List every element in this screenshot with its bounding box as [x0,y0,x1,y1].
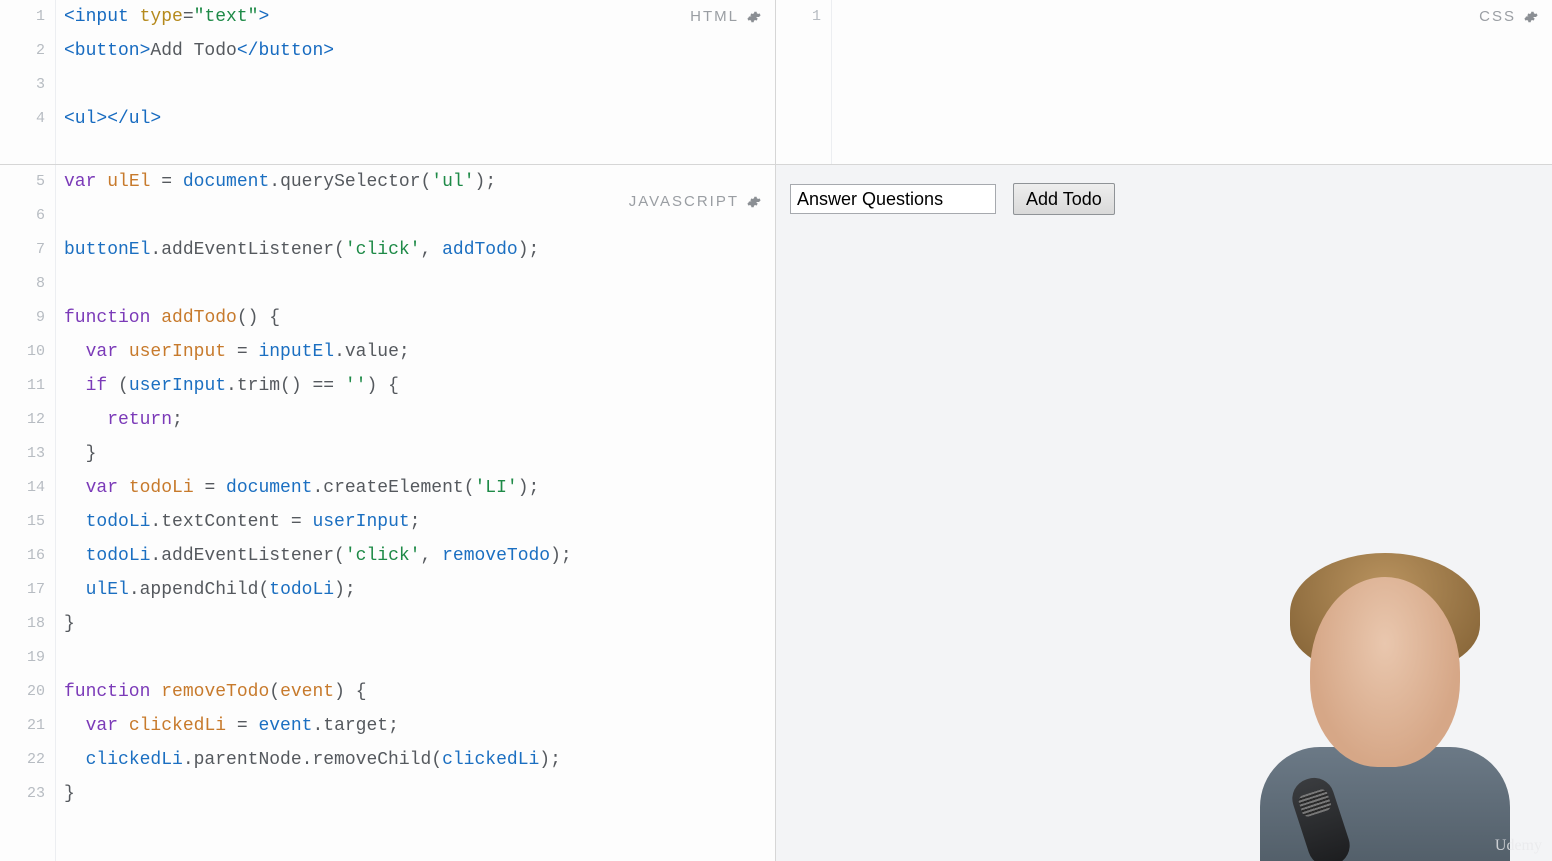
html-panel-label: HTML [690,8,739,25]
preview-panel: I Add Todo Udemy [776,165,1552,861]
js-panel-header: JAVASCRIPT [625,191,765,212]
watermark-logo: Udemy [1495,837,1542,855]
instructor-webcam [1220,547,1540,861]
js-panel-label: JAVASCRIPT [629,193,739,210]
todo-input[interactable] [790,184,996,214]
gear-icon[interactable] [747,10,761,24]
css-panel-label: CSS [1479,8,1516,25]
preview-content: Add Todo [776,165,1552,233]
js-gutter: 567891011121314151617181920212223 [0,165,56,861]
js-code-area[interactable]: 567891011121314151617181920212223 var ul… [0,165,775,861]
css-gutter: 1 [776,0,832,164]
html-code-area[interactable]: 1234 <input type="text"><button>Add Todo… [0,0,775,164]
js-editor-panel: JAVASCRIPT 56789101112131415161718192021… [0,165,776,861]
html-gutter: 1234 [0,0,56,164]
html-code-lines[interactable]: <input type="text"><button>Add Todo</but… [56,0,775,164]
add-todo-button[interactable]: Add Todo [1013,183,1115,215]
css-code-area[interactable]: 1 [776,0,1552,164]
gear-icon[interactable] [747,195,761,209]
css-code-lines[interactable] [832,0,1552,164]
js-code-lines[interactable]: var ulEl = document.querySelector('ul');… [56,165,775,861]
css-editor-panel: CSS 1 [776,0,1552,165]
gear-icon[interactable] [1524,10,1538,24]
css-panel-header: CSS [1475,6,1542,27]
html-editor-panel: HTML 1234 <input type="text"><button>Add… [0,0,776,165]
html-panel-header: HTML [686,6,765,27]
